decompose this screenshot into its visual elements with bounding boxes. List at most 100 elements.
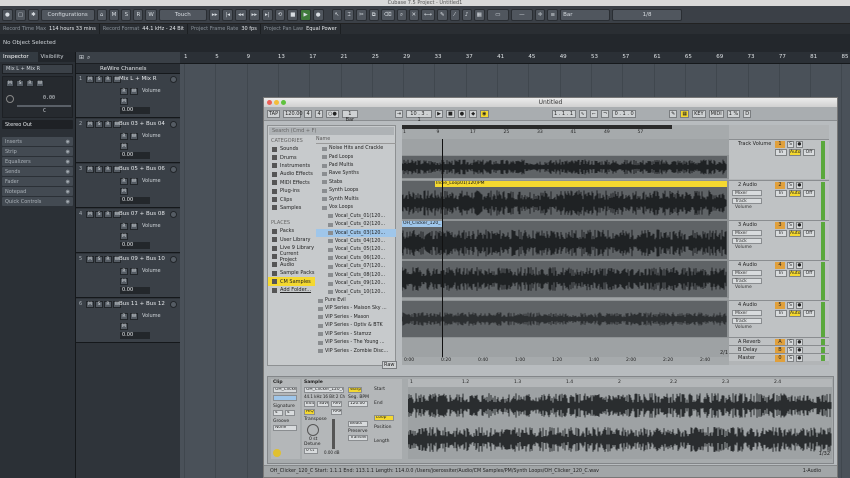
- track-row[interactable]: 2 M S R W Bus 03 + Bus 04 R W Volume M 0.00: [76, 119, 180, 163]
- read-lane-button[interactable]: R: [120, 268, 128, 275]
- browser-folder-item[interactable]: VIP Series - The Young ...: [316, 339, 396, 347]
- erase-tool-icon[interactable]: ⌫: [380, 8, 395, 21]
- snap-to-zero-icon[interactable]: ✛: [534, 8, 546, 21]
- volume-value[interactable]: 0.00: [43, 95, 55, 101]
- lane-mute-button[interactable]: M: [120, 278, 128, 285]
- arrangement-view[interactable]: 1 9 17 25 33 41 49 57 Indie_Loop01(120)PM OH_Cli…: [402, 125, 729, 365]
- track-row[interactable]: 1 M S R W Mix L + Mix R R W Volume M 0.00: [76, 74, 180, 118]
- browser-folder-item[interactable]: Pad Loops: [316, 153, 396, 161]
- track-row[interactable]: 5 M S R W Bus 09 + Bus 10 R W Volume M 0.00: [76, 254, 180, 298]
- track-header[interactable]: Track Volume 1 S ● In Auto Off: [729, 139, 829, 179]
- record-enable-icon[interactable]: [170, 166, 177, 173]
- monitor-in-button[interactable]: In: [775, 149, 787, 156]
- browser-file-item[interactable]: Vocal_Cuts_03(120...: [316, 228, 396, 238]
- track-row[interactable]: 4 M S R W Bus 07 + Bus 08 R W Volume M 0.00: [76, 209, 180, 253]
- solo-button[interactable]: S: [95, 301, 103, 308]
- automation-device-select[interactable]: Mixer: [732, 230, 762, 236]
- place-item[interactable]: Add Folder...: [268, 286, 315, 294]
- warp-mode-select[interactable]: Beats: [348, 421, 368, 427]
- monitor-in-button[interactable]: In: [775, 310, 787, 317]
- place-item[interactable]: User Library: [268, 236, 315, 244]
- read-all-button[interactable]: R: [133, 8, 144, 21]
- mute-button[interactable]: M: [6, 80, 14, 87]
- stop-icon[interactable]: ■: [446, 109, 455, 118]
- category-item[interactable]: Instruments: [268, 162, 315, 170]
- play-tool-icon[interactable]: ♪: [461, 8, 472, 21]
- output-routing[interactable]: Stereo Out: [2, 120, 73, 129]
- transpose-knob-icon[interactable]: [307, 424, 319, 436]
- monitor-in-button[interactable]: In: [775, 230, 787, 237]
- category-item[interactable]: Audio Effects: [268, 170, 315, 178]
- arm-button[interactable]: ●: [796, 355, 803, 362]
- category-item[interactable]: Drums: [268, 153, 315, 161]
- forward-icon[interactable]: ▸▸: [248, 8, 261, 21]
- read-button[interactable]: R: [104, 76, 112, 83]
- clip-name-field[interactable]: OH_Clicker: [273, 387, 297, 393]
- monitor-off-button[interactable]: Off: [803, 190, 815, 197]
- monitor-off-button[interactable]: Off: [803, 149, 815, 156]
- key-map-button[interactable]: KEY: [692, 109, 706, 118]
- browser-folder-item[interactable]: Synth Loops: [316, 187, 396, 195]
- arrangement-time-ruler[interactable]: 0:00 0:20 0:40 1:00 1:20 1:40 2:00 2:20 2:40: [402, 357, 729, 365]
- quantize-select[interactable]: 1 Bar: [341, 109, 358, 123]
- volume-lane-value[interactable]: 0.00: [120, 107, 150, 114]
- folder-track[interactable]: ReWire Channels: [76, 64, 180, 74]
- mute-button[interactable]: M: [86, 211, 94, 218]
- grid-type-select[interactable]: ≡: [547, 8, 559, 21]
- mute-button[interactable]: M: [86, 166, 94, 173]
- glue-tool-icon[interactable]: ⧉: [368, 8, 379, 21]
- audio-clip[interactable]: [402, 261, 727, 297]
- arrangement-lane[interactable]: OH_Clicker_120_: [402, 220, 729, 260]
- browser-folder-item[interactable]: VIP Series - Maison Sky ...: [316, 305, 396, 313]
- category-item[interactable]: MIDI Effects: [268, 179, 315, 187]
- draw-tool-icon[interactable]: ✎: [437, 8, 448, 21]
- browser-folder-item[interactable]: Vox Loops: [316, 204, 396, 212]
- detune-field[interactable]: 0 ct: [304, 448, 318, 454]
- read-button[interactable]: R: [104, 301, 112, 308]
- seg-bpm-field[interactable]: 120.00: [348, 401, 368, 407]
- section-quick-controls[interactable]: Quick Controls ◉: [2, 197, 73, 206]
- browser-folder-item[interactable]: VIP Series - Zombie Disc...: [316, 347, 396, 355]
- place-item[interactable]: Packs: [268, 227, 315, 235]
- track-row[interactable]: 3 M S R W Bus 05 + Bus 06 R W Volume M 0.00: [76, 164, 180, 208]
- punch-in-icon[interactable]: ⌐: [589, 109, 598, 118]
- monitor-auto-button[interactable]: Auto: [789, 230, 801, 237]
- browser-name-column[interactable]: Name: [316, 136, 396, 145]
- automation-device-select[interactable]: Mixer: [732, 270, 762, 276]
- gain-slider[interactable]: [332, 419, 335, 449]
- rewind-icon[interactable]: ◂◂: [234, 8, 247, 21]
- clip-sig-den[interactable]: 4: [285, 410, 295, 416]
- browser-folder-item[interactable]: Pad Multis: [316, 161, 396, 169]
- browser-folder-item[interactable]: VIP Series - Stamzz: [316, 330, 396, 338]
- clip-launch-icon[interactable]: [273, 449, 281, 457]
- arm-button[interactable]: ●: [796, 222, 803, 229]
- record-enable-icon[interactable]: [170, 211, 177, 218]
- solo-button[interactable]: S: [95, 256, 103, 263]
- monitor-in-button[interactable]: In: [775, 190, 787, 197]
- track-activator[interactable]: 1: [775, 141, 785, 148]
- solo-button[interactable]: S: [95, 121, 103, 128]
- volume-lane-value[interactable]: 0.00: [120, 287, 150, 294]
- place-item[interactable]: Sample Packs: [268, 269, 315, 277]
- follow-icon[interactable]: ⇥: [394, 109, 404, 118]
- section-sends[interactable]: Sends ◉: [2, 167, 73, 176]
- zoom-window-icon[interactable]: [281, 100, 286, 105]
- mute-button[interactable]: M: [86, 121, 94, 128]
- track-activator[interactable]: 0: [775, 355, 785, 362]
- loop-button[interactable]: Loop: [374, 415, 394, 421]
- line-tool-icon[interactable]: ⁄: [449, 8, 460, 21]
- category-item[interactable]: Plug-ins: [268, 187, 315, 195]
- automation-param-select[interactable]: Track Volume: [732, 198, 762, 210]
- pan-slider[interactable]: [17, 105, 71, 107]
- solo-button[interactable]: S: [16, 80, 24, 87]
- section-inserts[interactable]: Inserts ◉: [2, 137, 73, 146]
- browser-search-input[interactable]: Search (Cmd + F): [269, 127, 394, 135]
- range-tool-icon[interactable]: ⌶: [344, 8, 355, 21]
- automation-mode-select[interactable]: Touch: [158, 8, 207, 21]
- autoscroll-icon[interactable]: ▸▸: [208, 8, 221, 21]
- play-icon[interactable]: ▶: [300, 8, 311, 21]
- volume-lane-value[interactable]: 0.00: [120, 152, 150, 159]
- read-button[interactable]: R: [104, 211, 112, 218]
- warp-button[interactable]: Warp: [348, 387, 362, 393]
- automation-param-select[interactable]: Track Volume: [732, 318, 762, 330]
